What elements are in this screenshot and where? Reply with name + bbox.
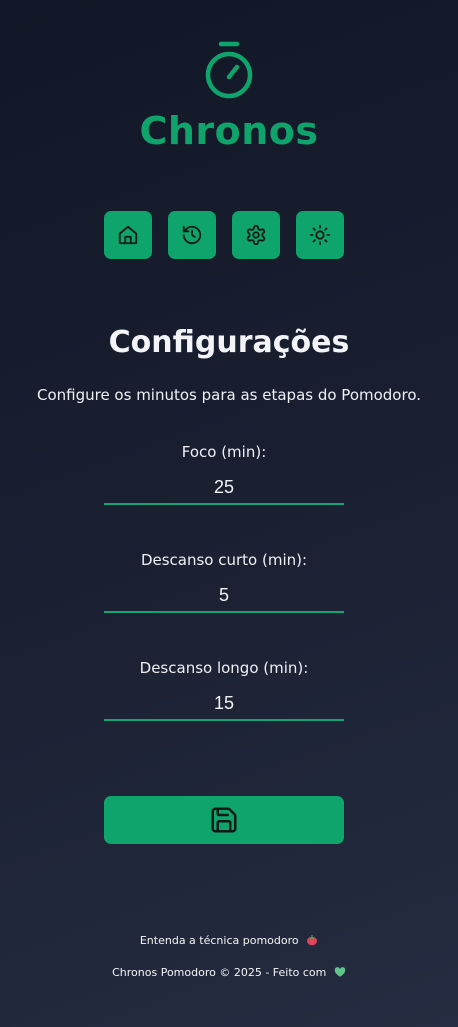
copyright-text: Chronos Pomodoro © 2025 - Feito com [112,966,327,979]
main-nav [104,211,344,259]
short-break-minutes-input[interactable] [104,583,344,613]
history-icon [182,225,202,245]
save-floppy-icon [211,807,237,833]
short-break-label: Descanso curto (min): [140,551,308,569]
focus-field: Foco (min): [104,441,344,505]
settings-gear-icon [246,224,266,246]
short-break-field: Descanso curto (min): [104,549,344,613]
settings-title: Configurações [108,325,350,360]
app-title: Chronos [139,109,319,153]
focus-label: Foco (min): [181,443,267,461]
pomodoro-technique-link[interactable]: Entenda a técnica pomodoro [0,932,458,950]
nav-settings-button[interactable] [232,211,280,259]
nav-home-button[interactable] [104,211,152,259]
pomodoro-technique-link-text: Entenda a técnica pomodoro [139,934,299,947]
save-button[interactable] [104,796,344,844]
home-icon [118,225,138,245]
sun-theme-icon [309,224,331,246]
footer-copyright: Chronos Pomodoro © 2025 - Feito com [0,964,458,982]
green-heart-icon [334,967,346,977]
nav-history-button[interactable] [168,211,216,259]
long-break-field: Descanso longo (min): [104,657,344,721]
long-break-label: Descanso longo (min): [139,659,309,677]
focus-minutes-input[interactable] [104,475,344,505]
app-header: Chronos [0,40,458,150]
settings-description: Configure os minutos para as etapas do P… [36,386,422,404]
stopwatch-icon [205,41,253,99]
tomato-icon [307,934,318,946]
nav-theme-toggle-button[interactable] [296,211,344,259]
long-break-minutes-input[interactable] [104,691,344,721]
